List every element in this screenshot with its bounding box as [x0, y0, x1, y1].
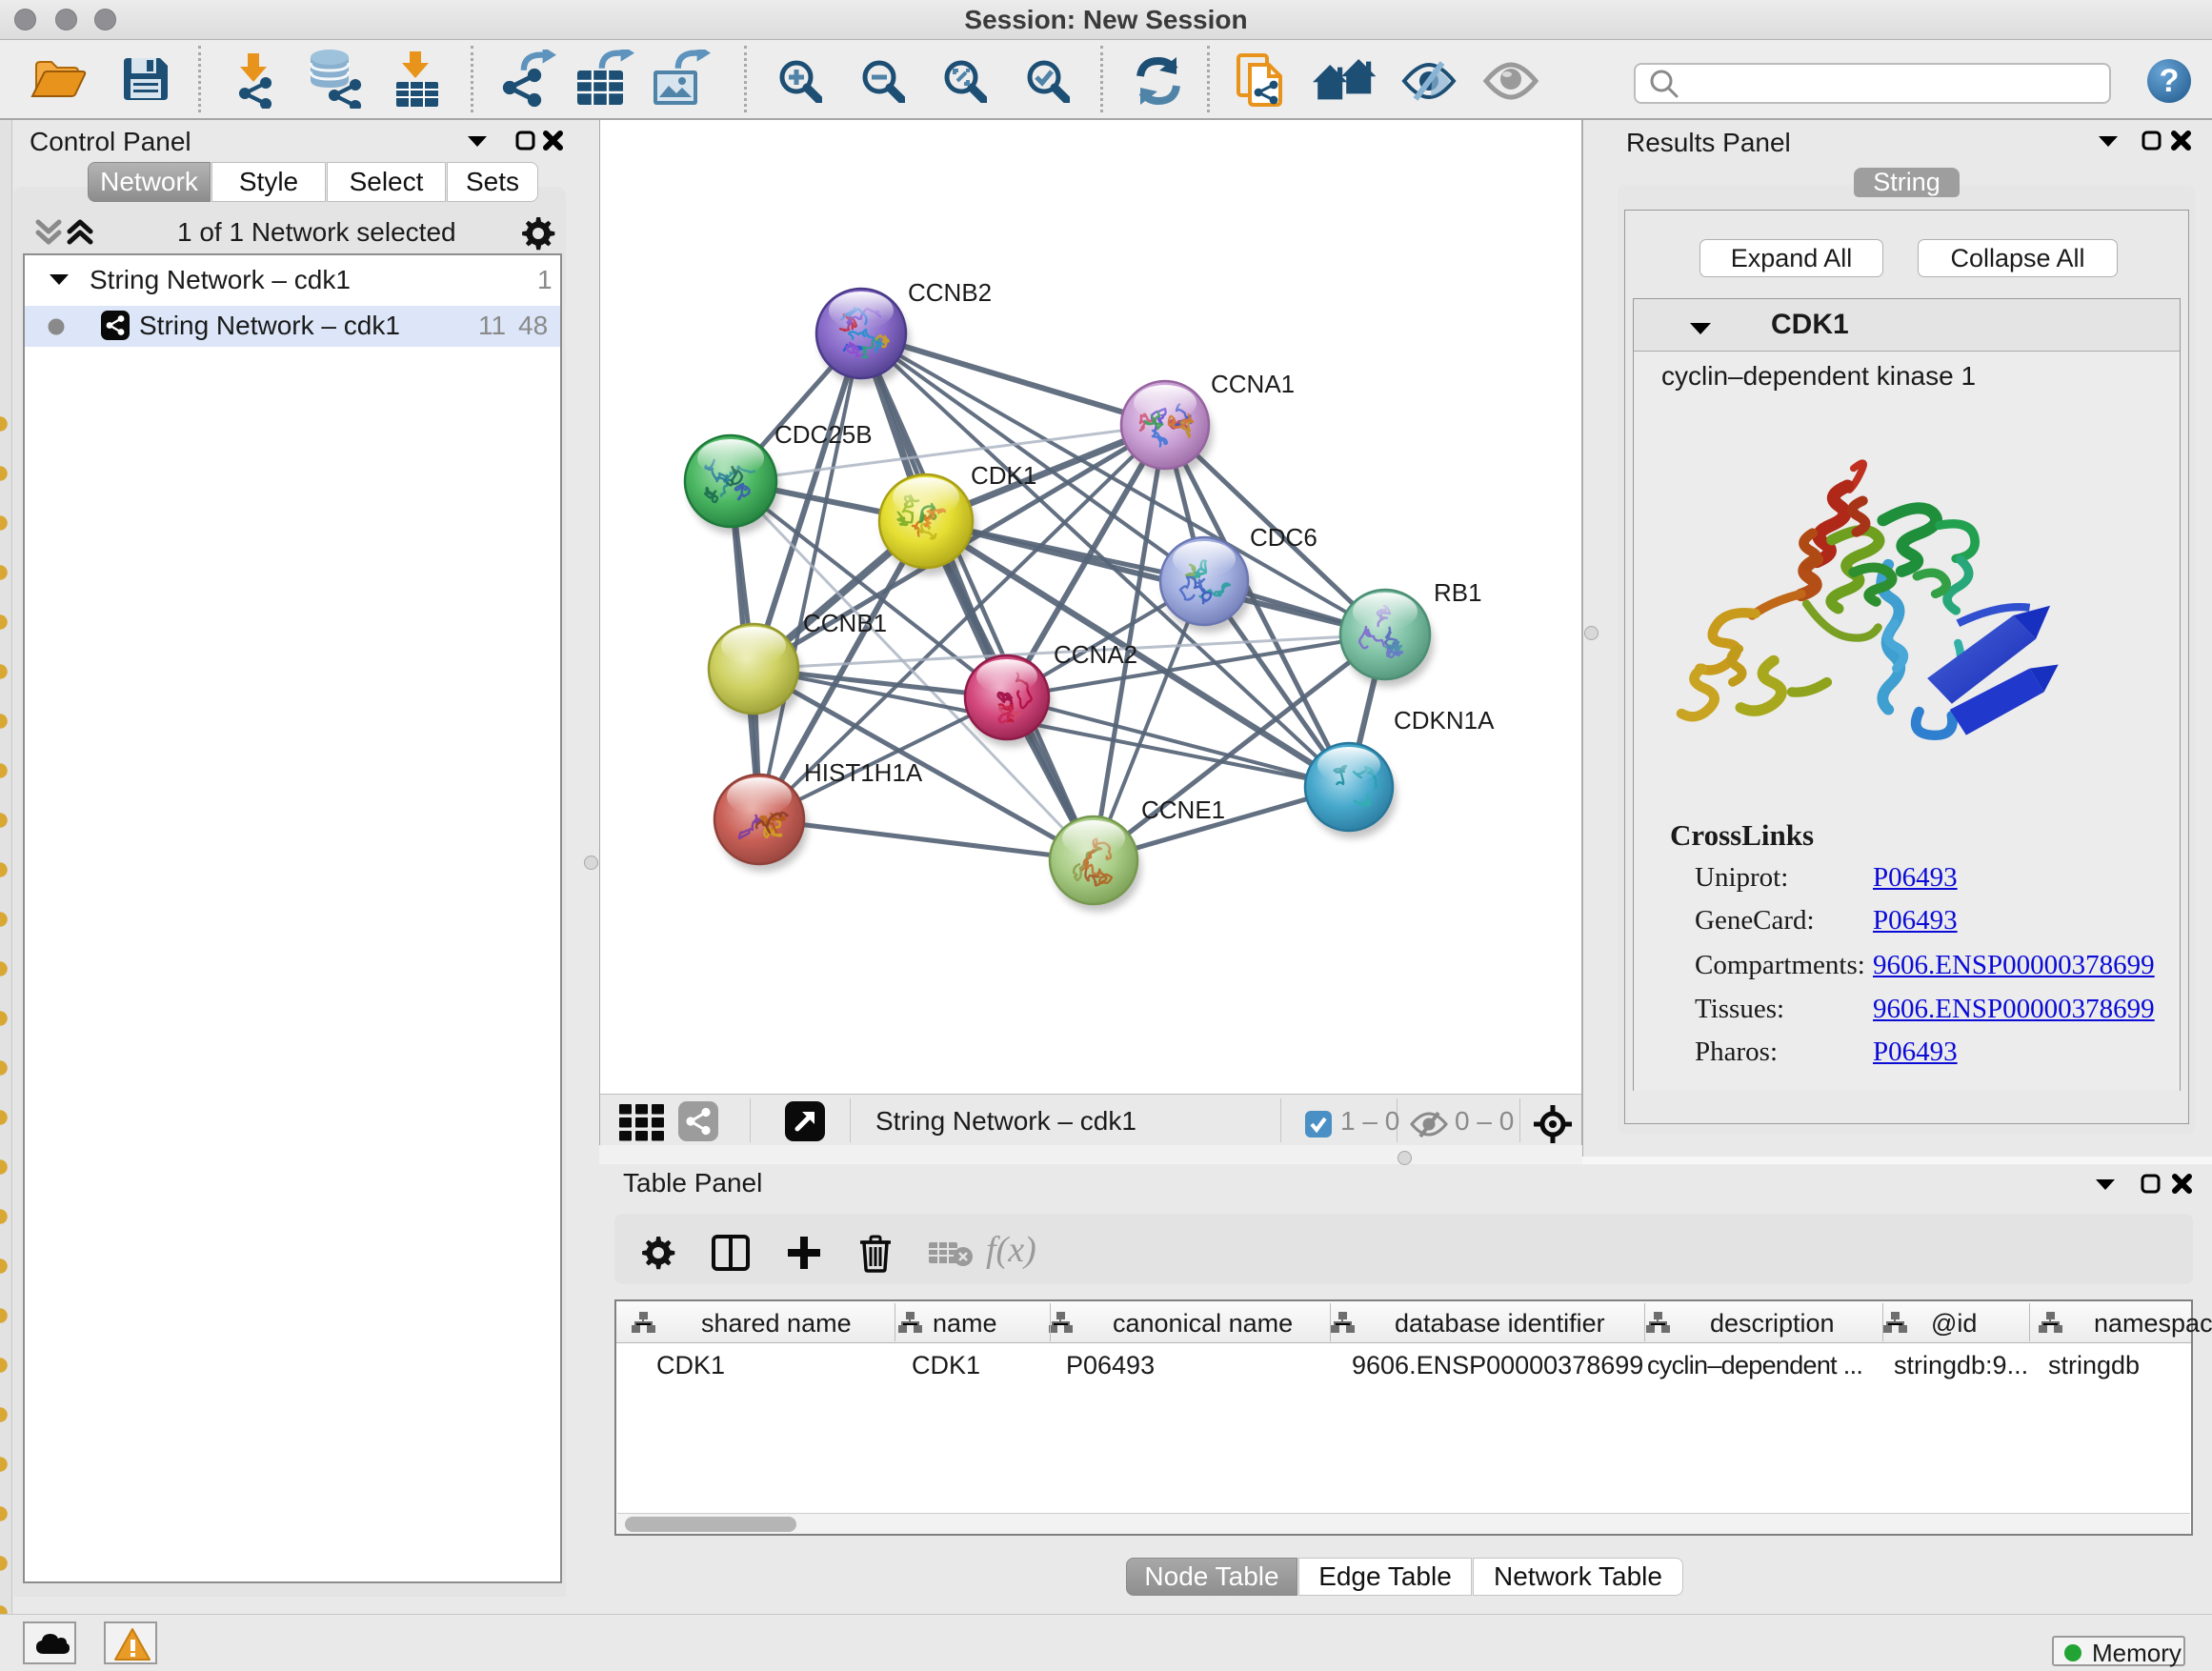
svg-text:CCNA1: CCNA1	[1211, 370, 1295, 398]
svg-text:?: ?	[2160, 63, 2180, 99]
svg-text:RB1: RB1	[1434, 578, 1482, 607]
svg-text:CCNE1: CCNE1	[1141, 795, 1225, 824]
svg-text:HIST1H1A: HIST1H1A	[804, 758, 923, 787]
svg-text:CDKN1A: CDKN1A	[1394, 706, 1495, 735]
svg-text:CCNA2: CCNA2	[1054, 640, 1137, 669]
svg-text:CDC6: CDC6	[1250, 523, 1317, 552]
svg-text:CCNB1: CCNB1	[803, 609, 887, 637]
svg-text:CDK1: CDK1	[971, 461, 1036, 490]
svg-text:CCNB2: CCNB2	[908, 278, 992, 307]
svg-text:CDC25B: CDC25B	[774, 420, 873, 449]
